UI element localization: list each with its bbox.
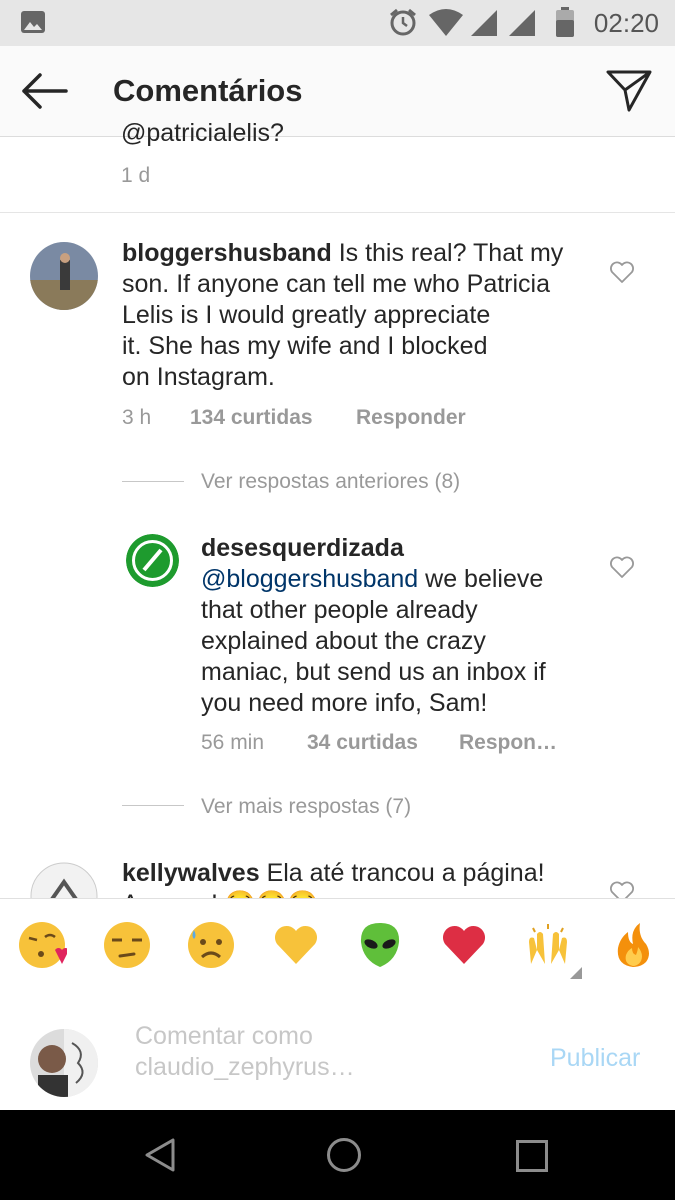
comment-input[interactable]: Comentar como claudio_zephyrus… (135, 1021, 355, 1083)
comment-placeholder: Comentar como (135, 1022, 313, 1050)
sad-sweat-emoji-icon[interactable] (186, 920, 236, 970)
status-time: 02:20 (593, 8, 659, 38)
comment-line: Lelis is I would greatly appreciate (122, 301, 491, 329)
next-username[interactable]: kellywalves (122, 859, 260, 887)
status-bar: 02:20 (0, 0, 675, 46)
alarm-icon (390, 8, 416, 36)
avatar[interactable] (30, 862, 98, 898)
comment-line: son. If anyone can tell me who Patricia (122, 270, 551, 298)
unamused-emoji-icon[interactable] (102, 920, 152, 970)
comment-username[interactable]: bloggershusband (122, 239, 332, 267)
reply-line: that other people already (201, 596, 478, 624)
emoji-bar (0, 898, 675, 992)
reply-comment-text: desesquerdizada @bloggershusband we beli… (201, 533, 601, 719)
kissing-heart-emoji-icon[interactable] (17, 920, 67, 970)
thread-line (122, 481, 184, 482)
comment-main-text: bloggershusband Is this real? That my so… (122, 238, 592, 393)
yellow-heart-emoji-icon[interactable] (271, 920, 321, 970)
next-line: Arregou! 😭😭😭 (122, 889, 592, 898)
reply-time: 56 min (201, 731, 265, 754)
fire-emoji-icon[interactable] (608, 920, 658, 970)
avatar-photo (30, 242, 98, 310)
avatar[interactable] (30, 242, 98, 310)
reply-button[interactable]: Responder (356, 406, 466, 430)
prev-comment-time: 1 d (121, 164, 151, 187)
publish-button[interactable]: Publicar (550, 1044, 640, 1073)
reply-line: you need more info, Sam! (201, 689, 488, 717)
reply-likes[interactable]: 34 curtidas (307, 731, 418, 755)
comment-line: on Instagram. (122, 363, 275, 391)
comment-line: Is this real? That my (338, 239, 564, 267)
signal-icon (471, 10, 497, 36)
wifi-icon (429, 9, 463, 36)
reply-mention[interactable]: @bloggershusband (201, 565, 418, 593)
reply-line: we believe (425, 565, 544, 593)
red-heart-emoji-icon[interactable] (439, 920, 489, 970)
view-previous-replies[interactable]: Ver respostas anteriores (8) (201, 470, 460, 494)
comment-time: 3 h (122, 406, 152, 429)
thread-line (122, 805, 184, 806)
android-nav-bar (0, 1110, 675, 1200)
heart-icon[interactable] (609, 260, 635, 284)
comment-likes[interactable]: 134 curtidas (190, 406, 313, 430)
battery-icon (556, 7, 574, 37)
reply-line: explained about the crazy (201, 627, 486, 655)
comment-placeholder: claudio_zephyrus… (135, 1053, 355, 1081)
avatar-photo (30, 862, 98, 898)
prev-comment-tail: @patricialelis? (121, 119, 284, 147)
back-triangle-icon[interactable] (143, 1137, 177, 1173)
comment-input-bar: Comentar como claudio_zephyrus… Publicar (0, 991, 675, 1110)
avatar[interactable] (126, 534, 179, 587)
reply-line: maniac, but send us an inbox if (201, 658, 546, 686)
alien-emoji-icon[interactable] (355, 920, 405, 970)
avatar-logo (126, 534, 179, 587)
next-line: Ela até trancou a página! (266, 859, 545, 887)
next-comment-clip: kellywalves Ela até trancou a página! Ar… (0, 850, 675, 898)
comment-line: it. She has my wife and I blocked (122, 332, 488, 360)
home-circle-icon[interactable] (326, 1137, 362, 1173)
avatar-photo (30, 1029, 98, 1097)
paper-plane-icon[interactable] (605, 68, 653, 114)
reply-username[interactable]: desesquerdizada (201, 533, 601, 564)
avatar (30, 1029, 98, 1097)
divider (0, 212, 675, 213)
image-icon (21, 11, 45, 33)
arrow-left-icon[interactable] (20, 71, 68, 111)
next-comment-text: kellywalves Ela até trancou a página! Ar… (122, 858, 592, 898)
page-title: Comentários (113, 73, 303, 108)
view-more-replies[interactable]: Ver mais respostas (7) (201, 795, 411, 819)
raising-hands-emoji-icon[interactable] (523, 920, 573, 970)
signal-icon (509, 10, 535, 36)
reply-button[interactable]: Respon… (459, 731, 557, 755)
heart-icon[interactable] (609, 555, 635, 579)
heart-icon[interactable] (609, 880, 635, 898)
recents-square-icon[interactable] (515, 1139, 549, 1173)
expand-corner-icon[interactable] (570, 967, 582, 979)
